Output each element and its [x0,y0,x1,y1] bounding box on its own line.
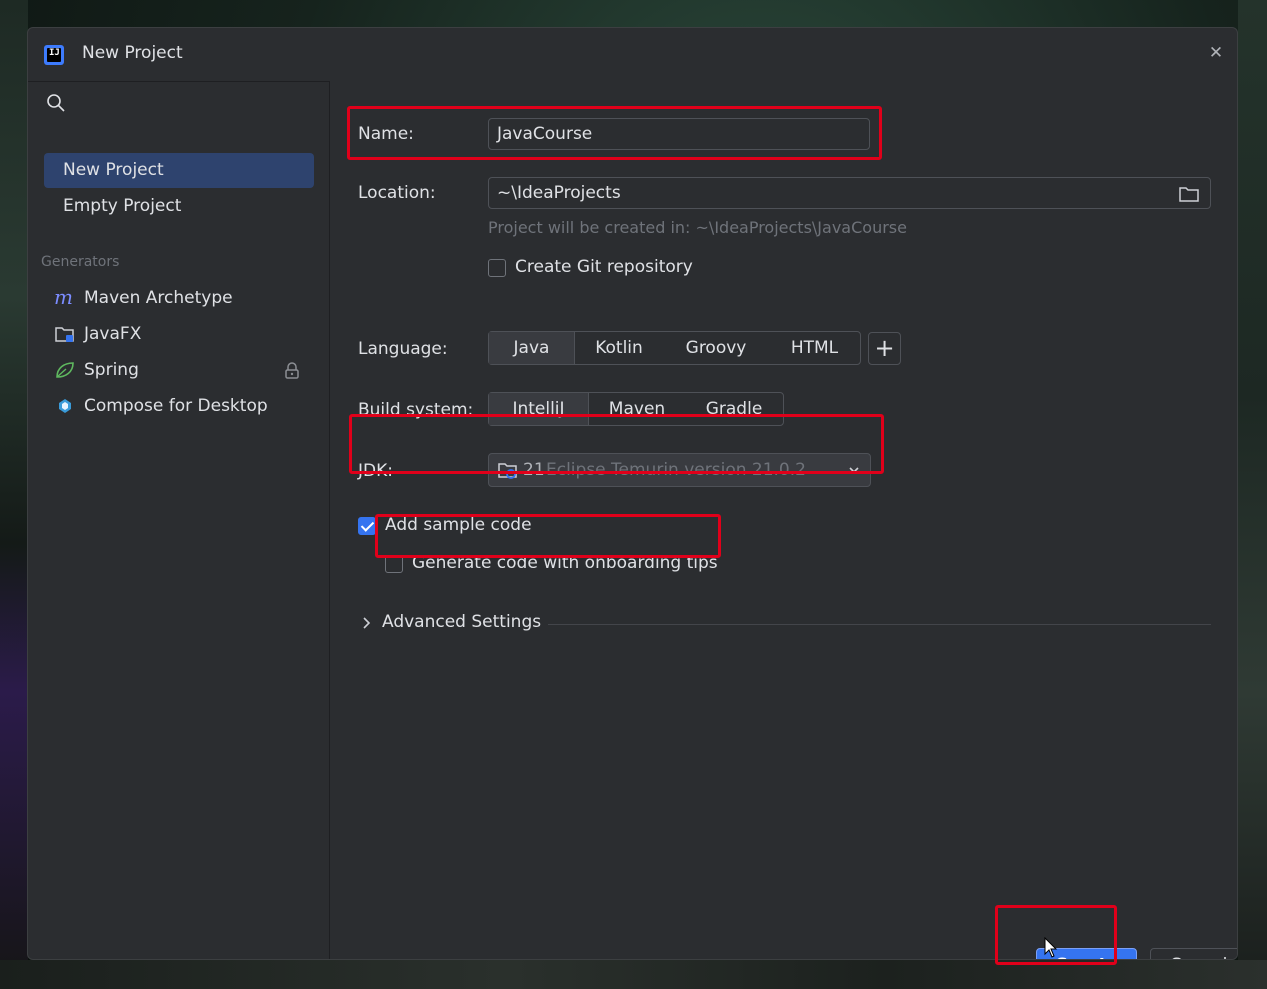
language-option-groovy[interactable]: Groovy [663,332,769,364]
sidebar-item-maven-archetype[interactable]: m Maven Archetype [44,281,314,315]
javafx-folder-icon [55,327,74,342]
add-language-button[interactable]: + [868,332,901,365]
folder-browse-icon[interactable] [1178,185,1200,203]
search-icon[interactable] [46,93,66,113]
sidebar-item-empty-project[interactable]: Empty Project [44,189,314,224]
language-option-html[interactable]: HTML [769,332,860,364]
add-sample-code-label: Add sample code [385,515,532,535]
spring-leaf-icon [56,362,74,378]
sidebar-item-label: Maven Archetype [84,288,233,308]
location-value: ~\IdeaProjects [497,183,621,203]
jdk-folder-icon [498,463,517,479]
language-option-kotlin[interactable]: Kotlin [575,332,663,364]
create-git-checkbox[interactable] [488,259,506,277]
name-label: Name: [358,124,414,144]
sidebar-item-label: Compose for Desktop [84,396,268,416]
cancel-button[interactable]: Cancel [1150,948,1237,959]
advanced-settings-label: Advanced Settings [382,612,542,632]
sidebar-item-label: New Project [63,160,164,180]
title-bar: IJ New Project ✕ [28,28,1237,81]
jdk-label: JDK: [358,461,393,481]
generators-section-label: Generators [41,254,120,270]
sidebar-item-label: Empty Project [63,196,182,216]
advanced-settings-toggle[interactable]: Advanced Settings [358,609,1211,639]
sidebar-item-spring[interactable]: Spring [44,353,314,387]
build-system-selector: IntelliJ Maven Gradle [488,392,784,426]
project-settings-form: Name: JavaCourse Location: ~\IdeaProject… [331,81,1237,959]
name-input[interactable]: JavaCourse [488,118,870,150]
jdk-dropdown[interactable]: 21 Eclipse Temurin version 21.0.2 [488,453,871,487]
sidebar-item-label: Spring [84,360,139,380]
onboarding-tips-checkbox[interactable] [385,555,403,573]
location-label: Location: [358,183,436,203]
build-system-label: Build system: [358,400,474,420]
location-hint: Project will be created in: ~\IdeaProjec… [488,218,907,237]
sidebar-item-compose-for-desktop[interactable]: Compose for Desktop [44,389,314,423]
dialog-title: New Project [82,43,183,63]
desktop-background-left [0,0,28,989]
language-option-java[interactable]: Java [489,332,575,364]
new-project-dialog: IJ New Project ✕ New Project Empty Proje… [27,27,1238,960]
create-git-label: Create Git repository [515,257,693,277]
desktop-background-right [1238,0,1267,989]
build-option-maven[interactable]: Maven [589,393,685,425]
mouse-cursor-icon [1044,937,1058,958]
build-option-gradle[interactable]: Gradle [685,393,783,425]
close-icon[interactable]: ✕ [1205,42,1227,64]
intellij-app-icon: IJ [44,45,64,65]
svg-text:m: m [54,288,73,308]
lock-icon [285,362,299,379]
maven-icon: m [54,288,73,308]
add-sample-code-checkbox[interactable] [358,517,376,535]
compose-icon [59,399,71,413]
sidebar-item-label: JavaFX [84,324,142,344]
sidebar-item-javafx[interactable]: JavaFX [44,317,314,351]
sidebar-item-new-project[interactable]: New Project [44,153,314,188]
chevron-down-icon [849,467,859,474]
jdk-version: 21 [523,460,545,480]
jdk-name: Eclipse Temurin version 21.0.2 [546,460,806,480]
desktop-background-bottom [0,960,1267,989]
project-type-sidebar: New Project Empty Project Generators m M… [28,81,330,959]
chevron-right-icon [363,617,371,629]
location-input[interactable]: ~\IdeaProjects [488,177,1211,209]
build-option-intellij[interactable]: IntelliJ [489,393,589,425]
advanced-settings-divider [548,624,1211,625]
language-selector: Java Kotlin Groovy HTML [488,331,861,365]
language-label: Language: [358,339,448,359]
onboarding-tips-label: Generate code with onboarding tips [412,553,718,573]
app-icon-letters: IJ [49,48,60,58]
